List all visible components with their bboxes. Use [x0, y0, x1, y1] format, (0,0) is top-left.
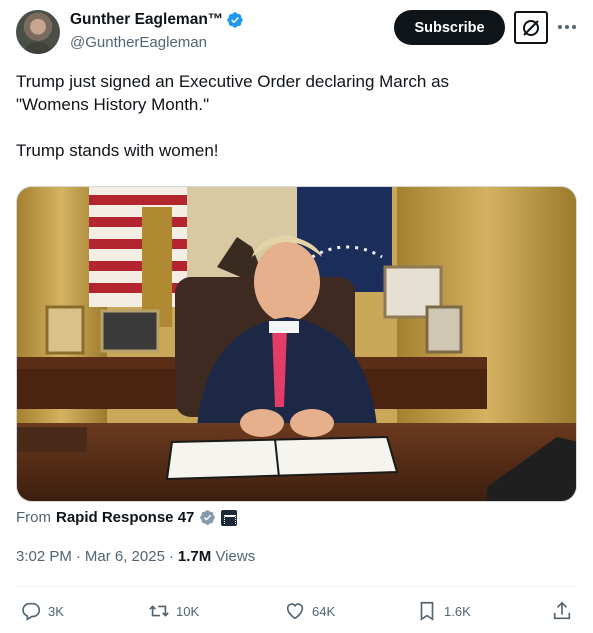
more-options-button[interactable]	[556, 16, 578, 38]
tweet-meta: 3:02 PM · Mar 6, 2025 · 1.7M Views	[16, 548, 255, 565]
video-still-image	[17, 187, 576, 501]
tweet-header: Gunther Eagleman™ @GuntherEagleman Subsc…	[16, 10, 577, 56]
share-button[interactable]	[551, 600, 573, 622]
tweet-text: Trump just signed an Executive Order dec…	[16, 70, 576, 162]
bookmark-icon	[420, 601, 434, 621]
like-button[interactable]: 64K	[284, 600, 335, 622]
heart-icon	[286, 603, 304, 620]
meta-separator-2: ·	[168, 548, 174, 565]
action-bar: 3K 10K 64K 1.6K	[16, 600, 577, 624]
white-house-icon	[221, 509, 238, 526]
author-handle[interactable]: @GuntherEagleman	[70, 34, 207, 51]
tweet-line-2: "Womens History Month."	[16, 95, 210, 114]
grok-button[interactable]	[514, 11, 548, 44]
author-display-name[interactable]: Gunther Eagleman™	[70, 11, 223, 29]
share-icon	[553, 601, 571, 620]
tweet-time[interactable]: 3:02 PM	[16, 548, 72, 565]
views-label: Views	[215, 548, 256, 565]
author-name-row: Gunther Eagleman™	[70, 11, 244, 29]
grok-icon	[523, 19, 539, 36]
reply-button[interactable]: 3K	[20, 600, 64, 622]
source-verified-icon	[200, 510, 216, 525]
more-icon	[558, 25, 576, 29]
bookmark-button[interactable]: 1.6K	[416, 600, 471, 622]
avatar[interactable]	[16, 10, 60, 54]
repost-button[interactable]: 10K	[148, 600, 199, 622]
views-count: 1.7M	[177, 548, 212, 565]
repost-icon	[149, 605, 169, 617]
verified-badge-icon[interactable]	[226, 11, 244, 29]
repost-count: 10K	[176, 603, 200, 619]
tweet-line-3: Trump stands with women!	[16, 141, 219, 160]
source-account-link[interactable]: Rapid Response 47	[56, 509, 194, 526]
tweet-date[interactable]: Mar 6, 2025	[85, 548, 165, 565]
tweet-line-1: Trump just signed an Executive Order dec…	[16, 72, 450, 91]
bookmark-count: 1.6K	[444, 603, 471, 619]
like-count: 64K	[312, 603, 336, 619]
meta-separator-1: ·	[75, 548, 81, 565]
tweet-media-video[interactable]	[16, 186, 577, 502]
media-source-row: From Rapid Response 47	[16, 509, 238, 526]
reply-count: 3K	[48, 603, 64, 619]
reply-icon	[22, 602, 41, 621]
subscribe-button[interactable]: Subscribe	[394, 10, 505, 45]
divider	[16, 586, 577, 587]
from-label: From	[16, 509, 51, 526]
